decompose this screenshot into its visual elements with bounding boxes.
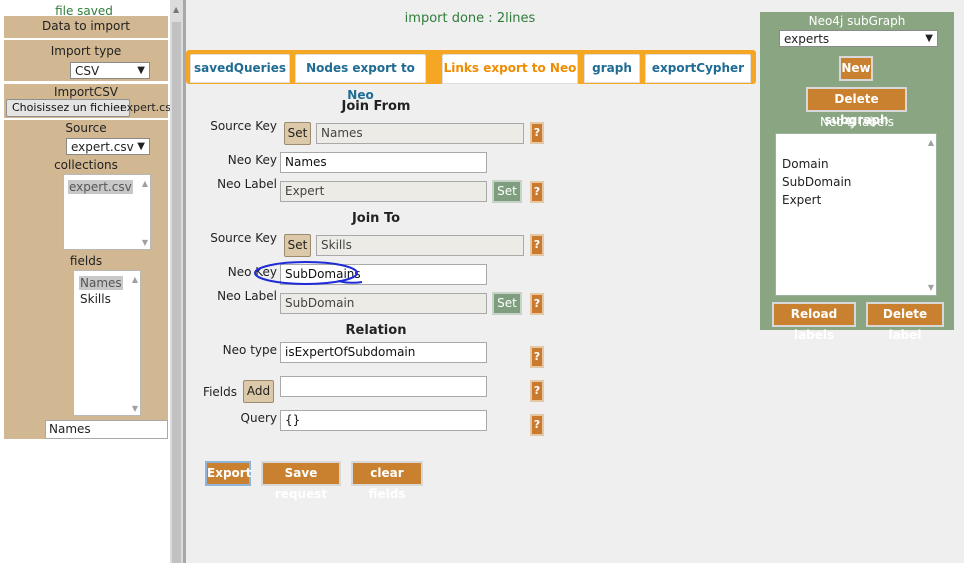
chosen-file-name: expert.csv xyxy=(120,101,170,114)
from-source-key-set-button[interactable]: Set xyxy=(284,122,311,145)
neo-type-input[interactable]: isExpertOfSubdomain xyxy=(280,342,487,363)
field-item[interactable]: Skills xyxy=(80,292,111,306)
save-request-button[interactable]: Save request xyxy=(261,461,341,501)
fields-label: fields xyxy=(69,254,103,268)
source-value: expert.csv xyxy=(71,140,134,154)
labels-title: Neo4J labels xyxy=(820,115,894,129)
from-neo-key-input[interactable]: Names xyxy=(280,152,487,173)
import-type-value: CSV xyxy=(75,64,100,78)
source-key-label: Source Key xyxy=(210,231,277,245)
collection-item[interactable]: expert.csv xyxy=(68,180,133,194)
join-from-heading: Join From xyxy=(341,99,411,114)
neo-label-label: Neo Label xyxy=(217,289,277,303)
relation-heading: Relation xyxy=(345,323,407,338)
fields-input[interactable] xyxy=(280,376,487,397)
from-source-key-field[interactable]: Names xyxy=(316,123,524,144)
delete-subgraph-button[interactable]: Delete subgraph xyxy=(806,87,907,127)
subgraph-panel: Neo4j subGraph experts ▼ New Delete subg… xyxy=(760,12,954,342)
annotation-circle-icon xyxy=(254,261,363,285)
import-type-select[interactable]: CSV ▼ xyxy=(70,62,150,79)
tab-links-export[interactable]: Links export to Neo xyxy=(442,54,578,84)
data-to-import-label: Data to import xyxy=(42,19,130,33)
scroll-up-icon[interactable]: ▲ xyxy=(173,5,179,14)
labels-list[interactable]: Domain SubDomain Expert ▲ ▼ xyxy=(775,133,937,296)
source-section: Source expert.csv ▼ collections expert.c… xyxy=(4,120,168,439)
neo-label-label: Neo Label xyxy=(217,177,277,191)
help-icon[interactable]: ? xyxy=(530,346,544,368)
to-neo-label-set-button[interactable]: Set xyxy=(492,292,522,315)
help-icon[interactable]: ? xyxy=(530,181,544,203)
help-icon[interactable]: ? xyxy=(530,122,544,144)
scrollbar-thumb[interactable] xyxy=(172,22,181,563)
clear-fields-button[interactable]: clear fields xyxy=(351,461,423,501)
source-key-label: Source Key xyxy=(210,119,277,133)
fields-list[interactable]: Names Skills ▲ ▼ xyxy=(73,270,141,416)
help-icon[interactable]: ? xyxy=(530,234,544,256)
help-icon[interactable]: ? xyxy=(530,293,544,315)
add-field-button[interactable]: Add xyxy=(243,380,274,403)
fields-label: Fields xyxy=(203,385,237,399)
tab-nodes-export[interactable]: Nodes export to Neo xyxy=(295,54,426,102)
scroll-up-icon[interactable]: ▲ xyxy=(928,138,934,147)
label-item[interactable]: SubDomain xyxy=(782,175,851,189)
subgraph-value: experts xyxy=(784,32,830,46)
source-label: Source xyxy=(65,121,107,135)
panel-divider[interactable] xyxy=(183,0,186,563)
new-subgraph-button[interactable]: New xyxy=(839,56,873,81)
import-sidebar: file saved Data to import Import type CS… xyxy=(0,0,170,563)
help-icon[interactable]: ? xyxy=(530,414,544,436)
importcsv-label: ImportCSV xyxy=(53,85,119,99)
import-type-label: Import type xyxy=(50,44,122,58)
tab-graph[interactable]: graph xyxy=(584,54,640,83)
delete-label-button[interactable]: Delete label xyxy=(866,302,944,342)
reload-labels-button[interactable]: Reload labels xyxy=(772,302,856,342)
chevron-down-icon: ▼ xyxy=(137,65,145,76)
source-select[interactable]: expert.csv ▼ xyxy=(66,138,150,155)
to-source-key-set-button[interactable]: Set xyxy=(284,234,311,257)
to-neo-label-field[interactable]: SubDomain xyxy=(280,293,487,314)
data-to-import-section: Data to import xyxy=(4,16,168,38)
import-status: import done : 2lines xyxy=(404,11,536,26)
tab-bar: savedQueries Nodes export to Neo Links e… xyxy=(186,50,756,102)
scroll-up-icon[interactable]: ▲ xyxy=(132,275,138,284)
subgraph-title: Neo4j subGraph xyxy=(808,14,906,28)
chevron-down-icon: ▼ xyxy=(137,141,145,152)
join-to-heading: Join To xyxy=(351,211,401,226)
field-name-input[interactable]: Names xyxy=(45,420,168,439)
label-item[interactable]: Expert xyxy=(782,193,821,207)
import-type-section: Import type CSV ▼ xyxy=(4,40,168,81)
scroll-up-icon[interactable]: ▲ xyxy=(142,179,148,188)
query-input[interactable]: {} xyxy=(280,410,487,431)
collections-list[interactable]: expert.csv ▲ ▼ xyxy=(63,174,151,250)
query-label: Query xyxy=(240,411,277,425)
from-neo-label-set-button[interactable]: Set xyxy=(492,180,522,203)
collections-label: collections xyxy=(54,158,118,172)
scroll-down-icon[interactable]: ▼ xyxy=(142,238,148,247)
sidebar-scrollbar[interactable]: ▲ xyxy=(170,0,183,563)
field-item[interactable]: Names xyxy=(79,276,123,290)
chevron-down-icon: ▼ xyxy=(925,33,933,44)
scroll-down-icon[interactable]: ▼ xyxy=(928,283,934,292)
tab-saved-queries[interactable]: savedQueries xyxy=(190,54,290,83)
from-neo-label-field[interactable]: Expert xyxy=(280,181,487,202)
importcsv-section: ImportCSV Choisissez un fichier expert.c… xyxy=(4,84,170,118)
scroll-down-icon[interactable]: ▼ xyxy=(132,404,138,413)
neo-type-label: Neo type xyxy=(222,343,277,357)
subgraph-select[interactable]: experts ▼ xyxy=(779,30,938,47)
export-button[interactable]: Export xyxy=(205,461,251,486)
choose-file-button[interactable]: Choisissez un fichier xyxy=(6,99,131,117)
label-item[interactable]: Domain xyxy=(782,157,829,171)
tab-export-cypher[interactable]: exportCypher xyxy=(645,54,751,83)
to-source-key-field[interactable]: Skills xyxy=(316,235,524,256)
neo-key-label: Neo Key xyxy=(227,153,277,167)
help-icon[interactable]: ? xyxy=(530,380,544,402)
